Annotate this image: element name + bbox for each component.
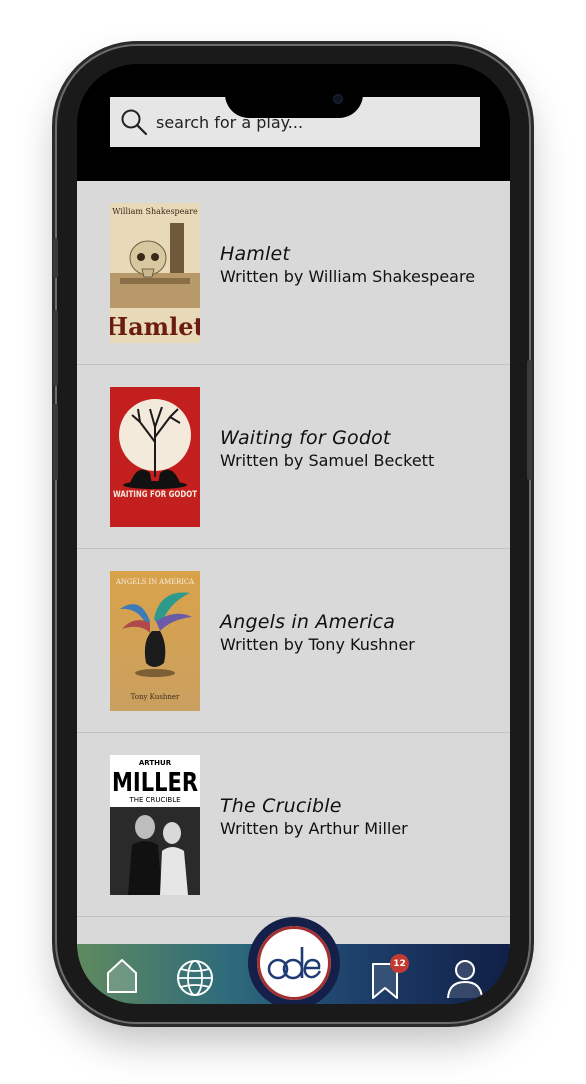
hamlet-cover-author: William Shakespeare — [112, 207, 198, 216]
play-title: Waiting for Godot — [220, 427, 391, 449]
play-author: Written by Samuel Beckett — [220, 451, 435, 470]
crucible-cover-title: THE CRUCIBLE — [128, 796, 180, 804]
user-icon[interactable] — [445, 958, 485, 1000]
angels-cover-author: Tony Kushner — [131, 693, 180, 701]
bookmark-count-badge: 12 — [390, 954, 409, 973]
play-author: Written by William Shakespeare — [220, 267, 476, 286]
search-icon[interactable] — [119, 107, 149, 137]
crucible-cover-author: MILLER — [112, 768, 198, 798]
angels-cover-image: ANGELS IN AMERICA Tony Kushner — [110, 571, 200, 711]
globe-icon[interactable] — [175, 958, 215, 998]
hamlet-cover-title: Hamlet — [110, 312, 200, 341]
phone-side-button — [53, 238, 58, 278]
list-item-angels-in-america[interactable]: ANGELS IN AMERICA Tony Kushner Angels in… — [77, 549, 510, 733]
crucible-cover-small: ARTHUR — [139, 759, 172, 767]
front-camera — [333, 94, 343, 104]
phone-power-button — [527, 360, 532, 480]
phone-volume-up — [53, 310, 58, 386]
list-item-the-crucible[interactable]: ARTHUR MILLER THE CRUCIBLE The Crucible … — [77, 733, 510, 917]
notch — [225, 64, 363, 118]
angels-cover-title: ANGELS IN AMERICA — [115, 578, 195, 586]
home-icon[interactable] — [104, 956, 140, 994]
phone-volume-down — [53, 404, 58, 480]
play-title: The Crucible — [220, 795, 342, 817]
ode-logo — [267, 947, 322, 980]
hamlet-cover-image: William Shakespeare Hamlet — [110, 203, 200, 343]
godot-cover-image: WAITING FOR GODOT — [110, 387, 200, 527]
play-title: Angels in America — [220, 611, 396, 633]
list-item-hamlet[interactable]: William Shakespeare Hamlet Hamlet Writte… — [77, 181, 510, 365]
screen: William Shakespeare Hamlet Hamlet Writte… — [77, 64, 510, 1004]
godot-cover-title: WAITING FOR GODOT — [113, 490, 197, 500]
play-author: Written by Arthur Miller — [220, 819, 408, 838]
play-author: Written by Tony Kushner — [220, 635, 415, 654]
play-list: William Shakespeare Hamlet Hamlet Writte… — [77, 181, 510, 948]
play-title: Hamlet — [220, 243, 291, 265]
crucible-cover-image: ARTHUR MILLER THE CRUCIBLE — [110, 755, 200, 895]
list-item-waiting-for-godot[interactable]: WAITING FOR GODOT Waiting for Godot Writ… — [77, 365, 510, 549]
ode-center-button[interactable] — [257, 926, 331, 1000]
